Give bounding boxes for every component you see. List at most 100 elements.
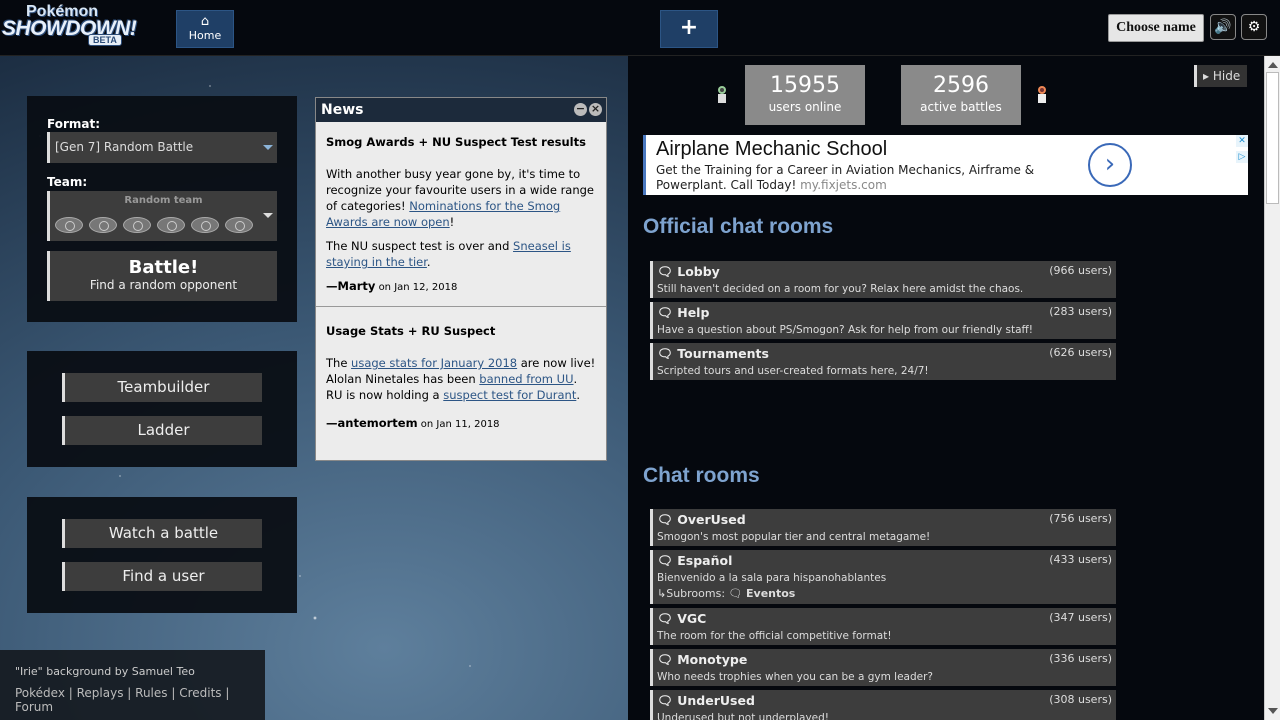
settings-button[interactable]: ⚙ — [1241, 14, 1267, 40]
sound-button[interactable]: 🔊 — [1210, 14, 1236, 40]
plus-icon: + — [679, 15, 699, 40]
room-name-text: Lobby — [677, 264, 720, 279]
advertisement[interactable]: Airplane Mechanic School Get the Trainin… — [643, 135, 1248, 195]
room-users: (347 users) — [1049, 611, 1112, 624]
room-vgc[interactable]: 🗨 VGC (347 users) The room for the offic… — [650, 608, 1116, 645]
room-desc: Still haven't decided on a room for you?… — [657, 283, 1024, 295]
news-link[interactable]: suspect test for Durant — [443, 388, 576, 402]
battle-panel: Format: [Gen 7] Random Battle Team: Rand… — [27, 96, 297, 322]
news-signature: —Marty on Jan 12, 2018 — [326, 278, 596, 296]
news-article: Usage Stats + RU Suspect The usage stats… — [316, 306, 606, 443]
pokeball-icon — [225, 217, 253, 233]
ad-text: Get the Training for a Career in Aviatio… — [656, 163, 1086, 193]
news-paragraph: The usage stats for January 2018 are now… — [326, 355, 596, 371]
news-text: . — [573, 372, 578, 386]
hide-button-label: Hide — [1212, 69, 1241, 83]
room-desc: Have a question about PS/Smogon? Ask for… — [657, 324, 1033, 336]
team-select[interactable]: Random team — [47, 191, 277, 241]
logo-badge: BETA — [88, 34, 122, 46]
users-online-label: users online — [768, 100, 842, 114]
hide-button[interactable]: ▸ Hide — [1194, 65, 1247, 87]
subroom-eventos[interactable]: Eventos — [746, 587, 795, 600]
new-tab-button[interactable]: + — [660, 10, 718, 48]
chat-bubble-icon: 🗨 — [657, 553, 673, 568]
ad-info-icon[interactable]: ▷ — [1236, 151, 1248, 163]
minimize-icon[interactable]: − — [574, 103, 587, 116]
separator: | — [123, 686, 136, 700]
footer-link-credits[interactable]: Credits — [179, 686, 221, 700]
chat-bubble-icon: 🗨 — [657, 611, 673, 626]
news-link[interactable]: banned from UU — [479, 372, 573, 386]
room-name: 🗨 Monotype — [657, 652, 1112, 668]
format-select[interactable]: [Gen 7] Random Battle — [47, 132, 277, 163]
news-date: on Jan 12, 2018 — [378, 282, 458, 293]
room-name: 🗨 UnderUsed — [657, 693, 1112, 709]
room-subrooms: ↳Subrooms: 🗨 Eventos — [657, 587, 1112, 600]
chat-bubble-icon: 🗨 — [657, 652, 673, 667]
top-header: Pokémon SHOWDOWN! BETA ⌂ Home + Choose n… — [0, 0, 1280, 56]
scroll-up-icon[interactable] — [1268, 62, 1278, 68]
subrooms-label: ↳Subrooms: — [657, 587, 726, 600]
room-lobby[interactable]: 🗨 Lobby (966 users) Still haven't decide… — [650, 261, 1116, 298]
battle-button-label: Battle! — [128, 257, 199, 278]
background-credit[interactable]: "Irie" background by Samuel Teo — [15, 665, 250, 678]
footer-link-pokedex[interactable]: Pokédex — [15, 686, 65, 700]
room-name: 🗨 OverUsed — [657, 512, 1112, 528]
news-paragraph: RU is now holding a suspect test for Dur… — [326, 387, 596, 403]
news-text: The NU suspect test is over and — [326, 239, 514, 253]
room-monotype[interactable]: 🗨 Monotype (336 users) Who needs trophie… — [650, 649, 1116, 686]
ad-line-2: Call Today! — [730, 178, 797, 192]
separator: | — [64, 686, 77, 700]
footer-link-rules[interactable]: Rules — [135, 686, 167, 700]
watch-panel: Watch a battle Find a user — [27, 497, 297, 613]
battle-button[interactable]: Battle! Find a random opponent — [47, 251, 277, 301]
active-battles-label: active battles — [920, 100, 1002, 114]
room-underused[interactable]: 🗨 UnderUsed (308 users) Underused but no… — [650, 690, 1116, 720]
ad-title[interactable]: Airplane Mechanic School — [656, 138, 887, 161]
news-paragraph: With another busy year gone by, it's tim… — [326, 166, 596, 230]
footer-link-forum[interactable]: Forum — [15, 700, 53, 714]
scrollbar-thumb[interactable] — [1266, 72, 1279, 204]
chat-rooms-title: Chat rooms — [643, 464, 760, 487]
ad-close-icon[interactable]: ✕ — [1236, 135, 1248, 147]
gear-icon: ⚙ — [1247, 19, 1261, 35]
home-icon: ⌂ — [200, 14, 210, 29]
find-user-button[interactable]: Find a user — [62, 562, 262, 591]
room-overused[interactable]: 🗨 OverUsed (756 users) Smogon's most pop… — [650, 509, 1116, 546]
room-name: 🗨 Tournaments — [657, 346, 1112, 362]
scrollbar[interactable] — [1264, 56, 1280, 720]
ad-arrow-icon[interactable]: › — [1088, 143, 1132, 187]
news-header: News − × — [316, 98, 606, 122]
trainer-sprite-left — [718, 86, 726, 103]
watch-battle-button[interactable]: Watch a battle — [62, 519, 262, 548]
news-article: Smog Awards + NU Suspect Test results Wi… — [316, 122, 606, 306]
news-signature: —antemortem on Jan 11, 2018 — [326, 415, 596, 433]
active-battles-stat[interactable]: 2596 active battles — [901, 65, 1021, 125]
footer-link-replays[interactable]: Replays — [77, 686, 124, 700]
room-users: (433 users) — [1049, 553, 1112, 566]
news-link[interactable]: usage stats for January 2018 — [351, 356, 517, 370]
room-list-panel: 15955 users online 2596 active battles ▸… — [628, 56, 1280, 720]
teambuilder-button[interactable]: Teambuilder — [62, 373, 262, 402]
team-label: Team: — [47, 175, 88, 189]
separator: | — [221, 686, 230, 700]
room-name-text: Tournaments — [677, 346, 769, 361]
room-espanol[interactable]: 🗨 Español (433 users) Bienvenido a la sa… — [650, 550, 1116, 604]
room-tournaments[interactable]: 🗨 Tournaments (626 users) Scripted tours… — [650, 343, 1116, 380]
room-name-text: Help — [677, 305, 710, 320]
news-author: —Marty — [326, 279, 376, 293]
news-author: —antemortem — [326, 416, 418, 430]
ladder-button[interactable]: Ladder — [62, 416, 262, 445]
room-name: 🗨 Español — [657, 553, 1112, 569]
room-desc: Scripted tours and user-created formats … — [657, 365, 929, 377]
tab-home[interactable]: ⌂ Home — [176, 10, 234, 48]
close-icon[interactable]: × — [589, 103, 602, 116]
room-users: (626 users) — [1049, 346, 1112, 359]
scroll-down-icon[interactable] — [1268, 708, 1278, 714]
choose-name-button[interactable]: Choose name — [1108, 14, 1204, 42]
speaker-icon: 🔊 — [1214, 19, 1232, 35]
room-name-text: UnderUsed — [677, 693, 755, 708]
showdown-logo[interactable]: Pokémon SHOWDOWN! BETA — [2, 3, 148, 46]
room-help[interactable]: 🗨 Help (283 users) Have a question about… — [650, 302, 1116, 339]
users-online-stat[interactable]: 15955 users online — [745, 65, 865, 125]
